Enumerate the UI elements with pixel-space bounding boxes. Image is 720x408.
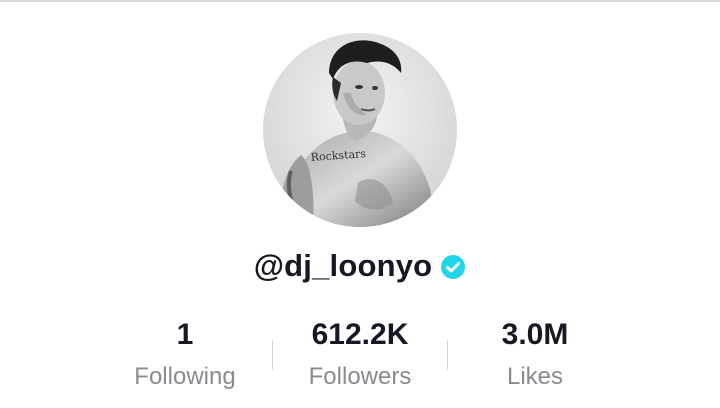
verified-check-icon bbox=[440, 254, 466, 280]
followers-count: 612.2K bbox=[311, 318, 409, 351]
profile-screen: Rockstars @dj_loonyo 1 Following 612.2K … bbox=[0, 0, 720, 408]
followers-label: Followers bbox=[308, 363, 412, 390]
username: @dj_loonyo bbox=[253, 248, 433, 283]
followers-stat[interactable]: 612.2K Followers bbox=[270, 312, 450, 396]
following-stat[interactable]: 1 Following bbox=[95, 312, 275, 396]
likes-label: Likes bbox=[506, 363, 564, 390]
likes-stat[interactable]: 3.0M Likes bbox=[445, 312, 625, 396]
avatar[interactable]: Rockstars bbox=[263, 33, 457, 227]
following-label: Following bbox=[134, 363, 236, 390]
top-divider bbox=[0, 0, 720, 2]
likes-count: 3.0M bbox=[501, 318, 569, 351]
profile-photo: Rockstars bbox=[263, 33, 457, 227]
username-row: @dj_loonyo bbox=[0, 246, 720, 286]
following-count: 1 bbox=[176, 318, 194, 351]
profile-stats: 1 Following 612.2K Followers 3.0M Likes bbox=[0, 312, 720, 402]
